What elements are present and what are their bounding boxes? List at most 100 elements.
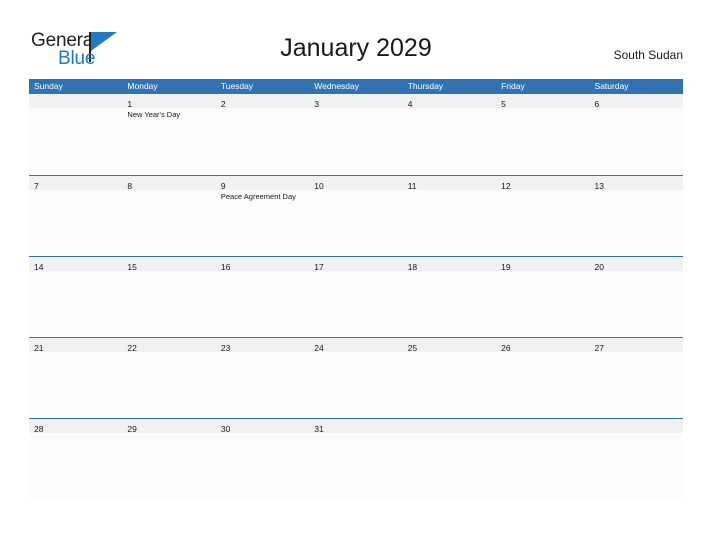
day-events	[403, 108, 496, 110]
country-label: South Sudan	[613, 48, 683, 62]
calendar-day-cell[interactable]: 18	[402, 257, 497, 337]
calendar-day-cell[interactable]: 19	[496, 257, 590, 337]
day-number: 13	[594, 181, 604, 191]
day-number-band: 30	[215, 419, 310, 434]
calendar-day-cell[interactable]: 27	[589, 338, 683, 418]
day-number: 27	[594, 343, 604, 353]
day-number-band: 27	[589, 338, 683, 353]
day-number-band: 2	[215, 94, 310, 109]
calendar-day-cell[interactable]: 30	[215, 419, 310, 499]
day-number-band: 22	[122, 338, 216, 353]
day-number: 11	[407, 181, 417, 191]
day-number: 6	[594, 99, 600, 109]
calendar-day-cell[interactable]: 24	[309, 338, 403, 418]
calendar-day-cell[interactable]: 21	[29, 338, 123, 418]
calendar-grid: Sunday Monday Tuesday Wednesday Thursday…	[29, 79, 683, 499]
calendar-day-cell[interactable]: 25	[402, 338, 497, 418]
calendar-day-cell[interactable]: 28	[29, 419, 123, 499]
day-number-band: 6	[589, 94, 683, 109]
calendar-day-cell-empty	[402, 419, 497, 499]
day-number: 17	[314, 262, 324, 272]
day-number: 19	[501, 262, 511, 272]
calendar-day-cell[interactable]: 5	[496, 94, 590, 175]
day-events	[29, 108, 122, 110]
day-number-band: 11	[402, 176, 497, 191]
day-number-band: 7	[29, 176, 123, 191]
calendar-day-cell[interactable]: 9 Peace Agreement Day	[215, 176, 310, 256]
calendar-day-cell[interactable]: 15	[122, 257, 216, 337]
calendar-day-cell[interactable]: 17	[309, 257, 403, 337]
day-number-band	[402, 419, 497, 433]
weekday-header-row: Sunday Monday Tuesday Wednesday Thursday…	[29, 79, 683, 94]
day-number-band: 3	[309, 94, 403, 109]
day-number-band	[29, 94, 123, 108]
calendar-day-cell[interactable]: 23	[215, 338, 310, 418]
calendar-day-cell[interactable]: 20	[589, 257, 683, 337]
day-number-band: 20	[589, 257, 683, 272]
day-events	[309, 108, 402, 110]
calendar-day-cell[interactable]: 7	[29, 176, 123, 256]
calendar-week-row: 14 15 16 17 18 19 20	[29, 256, 683, 337]
day-number-band: 10	[309, 176, 403, 191]
day-number-band	[496, 419, 590, 433]
calendar-day-cell[interactable]: 8	[122, 176, 216, 256]
day-number: 8	[127, 181, 133, 191]
calendar-day-cell[interactable]: 4	[402, 94, 497, 175]
day-events: Peace Agreement Day	[216, 190, 309, 202]
calendar-day-cell[interactable]: 1 New Year's Day	[122, 94, 216, 175]
day-events	[590, 108, 683, 110]
holiday-event-label: New Year's Day	[127, 110, 181, 119]
day-number-band	[589, 419, 683, 433]
calendar-day-cell[interactable]: 22	[122, 338, 216, 418]
day-events	[216, 108, 309, 110]
calendar-page: General Blue January 2029 South Sudan Su…	[0, 0, 712, 550]
calendar-day-cell-empty	[589, 419, 683, 499]
day-number: 3	[314, 99, 319, 109]
calendar-day-cell[interactable]: 12	[496, 176, 590, 256]
day-number: 24	[314, 343, 324, 353]
calendar-day-cell[interactable]: 6	[589, 94, 683, 175]
calendar-day-cell[interactable]: 26	[496, 338, 590, 418]
day-number-band: 24	[309, 338, 403, 353]
day-number-band: 29	[122, 419, 216, 434]
calendar-week-row: 7 8 9 Peace Agreement Day 10 11 12 13	[29, 175, 683, 256]
day-events	[403, 433, 496, 435]
day-number-band: 12	[496, 176, 590, 191]
day-number-band: 8	[122, 176, 216, 191]
day-number: 28	[34, 424, 44, 434]
calendar-week-row: 21 22 23 24 25 26 27	[29, 337, 683, 418]
day-number-band: 21	[29, 338, 123, 353]
day-number-band: 28	[29, 419, 123, 434]
day-number: 18	[407, 262, 418, 272]
day-number-band: 9	[215, 176, 310, 191]
day-events	[122, 190, 215, 192]
day-number: 29	[127, 424, 137, 434]
calendar-day-cell[interactable]: 16	[215, 257, 310, 337]
calendar-day-cell[interactable]: 2	[215, 94, 310, 175]
calendar-day-cell[interactable]: 14	[29, 257, 123, 337]
day-events	[29, 190, 122, 192]
day-number: 22	[127, 343, 137, 353]
day-number-band: 16	[215, 257, 310, 272]
calendar-day-cell[interactable]: 10	[309, 176, 403, 256]
calendar-day-cell[interactable]: 29	[122, 419, 216, 499]
day-number-band: 23	[215, 338, 310, 353]
day-number-band: 4	[402, 94, 497, 109]
calendar-week-row: 28 29 30 31	[29, 418, 683, 499]
day-number-band: 17	[309, 257, 403, 272]
day-number: 23	[220, 343, 231, 353]
day-events	[496, 108, 589, 110]
day-number-band: 13	[589, 176, 683, 191]
day-number-band: 26	[496, 338, 590, 353]
day-number: 21	[34, 343, 44, 353]
day-number: 14	[34, 262, 44, 272]
calendar-day-cell[interactable]: 13	[589, 176, 683, 256]
day-number-band: 18	[402, 257, 497, 272]
day-number-band: 19	[496, 257, 590, 272]
day-number: 4	[407, 99, 413, 109]
day-number: 15	[127, 262, 137, 272]
calendar-day-cell[interactable]: 31	[309, 419, 403, 499]
calendar-day-cell[interactable]: 11	[402, 176, 497, 256]
day-number: 12	[501, 181, 511, 191]
calendar-day-cell[interactable]: 3	[309, 94, 403, 175]
